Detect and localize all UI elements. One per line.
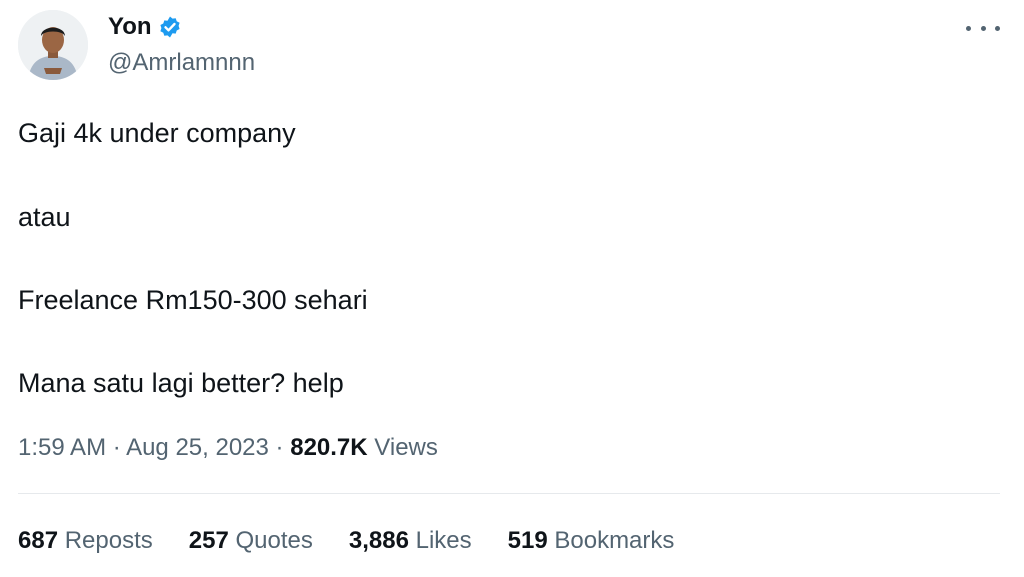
views-count: 820.7K — [290, 434, 368, 461]
quotes-label: Quotes — [235, 527, 313, 554]
tweet-meta: 1:59 AM · Aug 25, 2023 · 820.7K Views — [18, 432, 438, 464]
more-dot — [980, 25, 986, 31]
divider — [18, 493, 1000, 494]
tweet-text-line: Gaji 4k under company — [18, 118, 296, 148]
likes-stat[interactable]: 3,886 Likes — [349, 525, 472, 557]
tweet-date[interactable]: Aug 25, 2023 — [126, 434, 269, 461]
verified-badge-icon — [159, 16, 180, 38]
reposts-stat[interactable]: 687 Reposts — [18, 525, 153, 557]
more-dot — [966, 25, 971, 31]
bookmarks-label: Bookmarks — [554, 527, 675, 554]
tweet-text-line: Mana satu lagi better? help — [18, 368, 344, 398]
views-label: Views — [374, 434, 438, 461]
more-dot — [995, 25, 1000, 31]
bookmarks-count: 519 — [507, 527, 548, 554]
author-handle[interactable]: @Amrlamnnn — [108, 48, 255, 78]
bookmarks-stat[interactable]: 519 Bookmarks — [508, 525, 675, 557]
meta-separator: · — [275, 434, 284, 461]
tweet-time[interactable]: 1:59 AM — [18, 434, 106, 461]
reposts-label: Reposts — [64, 527, 153, 554]
likes-label: Likes — [415, 527, 472, 554]
author-name-row[interactable]: Yon — [108, 12, 182, 42]
quotes-count: 257 — [188, 527, 229, 554]
likes-count: 3,886 — [348, 527, 409, 554]
more-options-icon[interactable] — [966, 18, 1000, 38]
quotes-stat[interactable]: 257 Quotes — [189, 525, 313, 557]
tweet-text-line: Freelance Rm150-300 sehari — [18, 285, 368, 315]
tweet-card: Yon @Amrlamnnn Gaji 4k under company ata… — [0, 0, 1024, 577]
avatar[interactable] — [18, 10, 88, 80]
meta-separator: · — [112, 434, 121, 461]
avatar-photo — [18, 10, 88, 80]
engagement-stats: 687 Reposts 257 Quotes 3,886 Likes 519 B… — [18, 525, 674, 557]
author-display-name[interactable]: Yon — [108, 12, 152, 42]
tweet-text-line: atau — [18, 202, 71, 232]
reposts-count: 687 — [18, 527, 59, 554]
